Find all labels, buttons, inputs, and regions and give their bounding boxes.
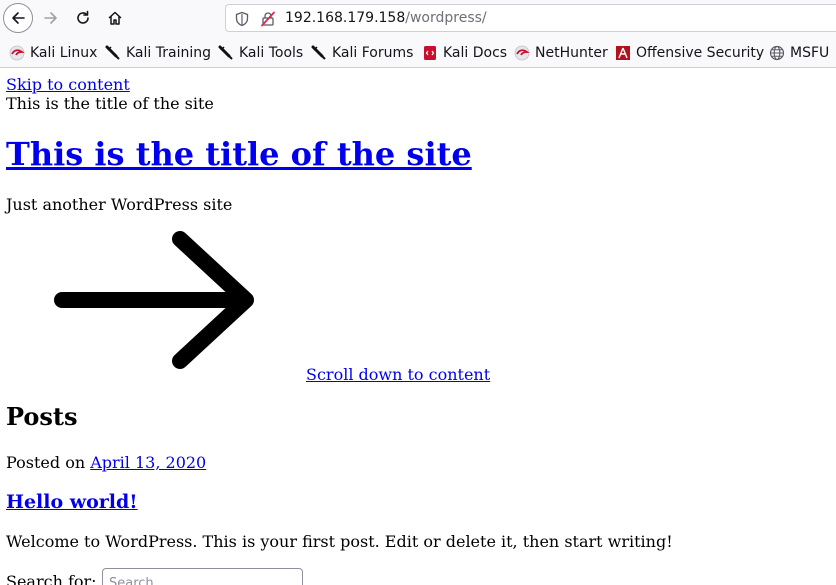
reload-button[interactable] xyxy=(68,3,98,33)
posted-on-label: Posted on xyxy=(6,453,86,472)
bookmark-kali-training[interactable]: Kali Training xyxy=(105,44,211,62)
bookmark-kali-forums[interactable]: Kali Forums xyxy=(311,44,413,62)
globe-icon xyxy=(769,45,785,61)
post-date-link[interactable]: April 13, 2020 xyxy=(90,453,206,472)
forward-button[interactable] xyxy=(36,3,66,33)
bookmark-kali-linux[interactable]: Kali Linux xyxy=(9,44,97,62)
url-path: /wordpress/ xyxy=(405,10,487,26)
bookmark-label: Offensive Security xyxy=(636,45,765,61)
kali-knife-icon xyxy=(311,45,326,60)
post-meta: Posted on April 13, 2020 xyxy=(6,453,206,472)
kali-knife-icon xyxy=(218,45,233,60)
bookmark-label: Kali Docs xyxy=(443,45,508,61)
back-button[interactable] xyxy=(3,3,33,33)
bookmark-label: Kali Training xyxy=(126,45,211,61)
bookmark-nethunter[interactable]: NetHunter xyxy=(514,44,608,62)
arrow-right-icon xyxy=(54,231,254,369)
bookmark-kali-tools[interactable]: Kali Tools xyxy=(218,44,303,62)
arrow-right-icon xyxy=(44,12,57,24)
reload-icon xyxy=(77,10,89,24)
site-title-text: This is the title of the site xyxy=(6,94,214,113)
bookmarks-toolbar: Kali Linux Kali Training Kali Tools Kali… xyxy=(0,39,836,67)
post-excerpt: Welcome to WordPress. This is your first… xyxy=(6,532,673,551)
bookmark-label: Kali Forums xyxy=(332,45,414,61)
browser-chrome: 192.168.179.158/wordpress/ Kali Linux Ka… xyxy=(0,0,836,68)
site-title-link[interactable]: This is the title of the site xyxy=(6,135,472,173)
kali-docs-icon xyxy=(424,46,436,60)
navigation-toolbar: 192.168.179.158/wordpress/ xyxy=(0,0,836,38)
url-bar[interactable]: 192.168.179.158/wordpress/ xyxy=(225,4,836,32)
bookmark-label: Kali Tools xyxy=(239,45,304,61)
skip-to-content-link[interactable]: Skip to content xyxy=(6,75,130,94)
scroll-down-link[interactable]: Scroll down to content xyxy=(306,365,490,384)
bookmark-kali-docs[interactable]: Kali Docs xyxy=(422,44,507,62)
insecure-lock-icon[interactable] xyxy=(260,11,276,27)
search-input[interactable] xyxy=(102,568,303,585)
post-title-link[interactable]: Hello world! xyxy=(6,491,138,513)
arrow-left-icon xyxy=(12,12,25,24)
bookmark-label: MSFU xyxy=(790,45,830,61)
site-title-heading: This is the title of the site xyxy=(6,133,472,175)
posts-heading: Posts xyxy=(6,402,78,431)
shield-icon[interactable] xyxy=(234,11,250,27)
kali-knife-icon xyxy=(105,45,120,60)
site-tagline: Just another WordPress site xyxy=(6,195,233,214)
bookmark-offensive-security[interactable]: Offensive Security xyxy=(615,44,764,62)
post-title-heading: Hello world! xyxy=(6,487,138,517)
kali-dragon-icon xyxy=(9,45,25,61)
home-button[interactable] xyxy=(100,3,130,33)
url-text[interactable]: 192.168.179.158/wordpress/ xyxy=(285,10,487,26)
kali-dragon-icon xyxy=(514,45,530,61)
url-host: 192.168.179.158 xyxy=(285,10,406,26)
offsec-icon xyxy=(616,46,630,60)
bookmark-label: NetHunter xyxy=(535,45,608,61)
bookmark-msfu[interactable]: MSFU xyxy=(769,44,829,62)
bookmark-label: Kali Linux xyxy=(30,45,98,61)
page-content: Skip to content This is the title of the… xyxy=(0,68,836,585)
home-icon xyxy=(108,11,122,25)
search-label: Search for: xyxy=(6,572,97,585)
